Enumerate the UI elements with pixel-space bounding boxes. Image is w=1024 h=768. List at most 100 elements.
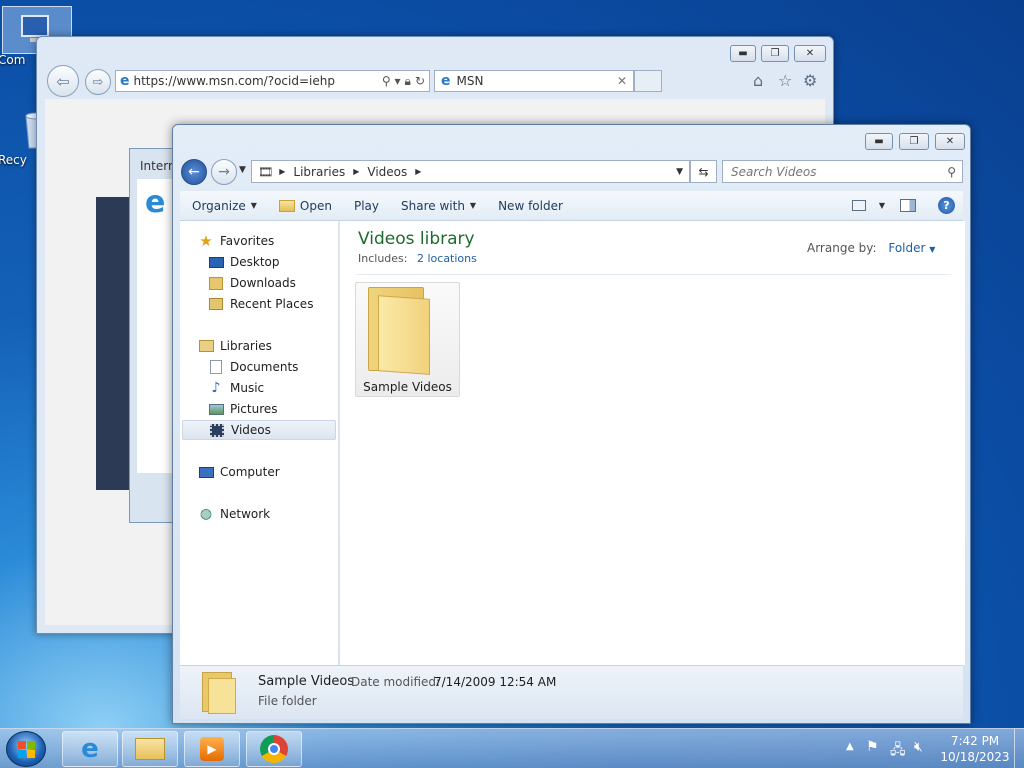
ie-dialog-title: Intern xyxy=(140,159,176,173)
action-center-flag-icon[interactable]: ⚑ xyxy=(866,739,879,755)
windows-explorer-window[interactable]: ▬ ❐ ✕ ← → ▼ 🎞︎ ▶ Libraries ▶ Videos ▶ ▼ … xyxy=(172,124,971,724)
play-button[interactable]: Play xyxy=(343,191,390,220)
chrome-icon xyxy=(260,735,288,763)
show-desktop-button[interactable] xyxy=(1014,729,1024,768)
taskbar: e ▶ ▲ ⚑ 🖧︎ 🔇︎ 7:42 PM 10/18/2023 xyxy=(0,728,1024,768)
explorer-search-box[interactable]: ⚲ xyxy=(722,160,963,183)
organize-button[interactable]: Organize ▼ xyxy=(180,191,268,220)
libraries-icon xyxy=(198,339,214,353)
details-date-label: Date modified: xyxy=(351,675,441,689)
content-pane: Videos library Includes: 2 locations Arr… xyxy=(340,221,965,665)
view-icon xyxy=(851,200,866,211)
arrange-by-label: Arrange by: xyxy=(807,241,877,255)
chevron-down-icon: ▼ xyxy=(250,201,257,210)
details-date-value: 7/14/2009 12:54 AM xyxy=(434,675,557,689)
explorer-close-button[interactable]: ✕ xyxy=(935,133,965,150)
nav-network[interactable]: ◍ Network xyxy=(198,504,354,524)
music-note-icon: ♪ xyxy=(211,380,221,396)
chevron-down-icon: ▼ xyxy=(929,245,936,254)
volume-muted-icon[interactable]: 🔇︎ xyxy=(914,739,923,755)
nav-favorites[interactable]: ★ Favorites xyxy=(198,231,354,251)
explorer-refresh-button[interactable]: ⇆ xyxy=(690,160,717,183)
windows-logo-icon xyxy=(17,740,35,758)
ie-new-tab[interactable] xyxy=(634,70,662,92)
taskbar-internet-explorer[interactable]: e xyxy=(62,731,118,767)
videos-film-icon xyxy=(209,423,225,437)
search-input[interactable] xyxy=(723,164,923,179)
explorer-address-bar[interactable]: 🎞︎ ▶ Libraries ▶ Videos ▶ ▼ xyxy=(251,160,690,183)
new-folder-label: New folder xyxy=(498,198,563,213)
header-divider xyxy=(356,274,951,275)
nav-videos-label: Videos xyxy=(231,423,271,437)
address-dropdown-icon[interactable]: ▼ xyxy=(676,167,683,177)
nav-computer[interactable]: Computer xyxy=(198,462,354,482)
home-icon[interactable]: ⌂ xyxy=(753,71,763,90)
ie-lock-icon: 🔒︎ xyxy=(404,73,411,88)
ie-address-bar[interactable]: e https://www.msn.com/?ocid=iehp ⚲ ▾ 🔒︎ … xyxy=(115,70,430,92)
tools-gear-icon[interactable]: ⚙ xyxy=(803,71,817,90)
taskbar-chrome[interactable] xyxy=(246,731,302,767)
ie-tab-close-icon[interactable]: ✕ xyxy=(617,74,627,88)
nav-libraries[interactable]: Libraries xyxy=(198,336,354,356)
search-icon[interactable]: ⚲ xyxy=(947,165,956,179)
ie-tab-msn[interactable]: e MSN ✕ xyxy=(434,70,634,92)
locations-link[interactable]: 2 locations xyxy=(417,252,477,265)
ie-refresh-icon[interactable]: ↻ xyxy=(415,74,425,88)
breadcrumb-videos[interactable]: Videos xyxy=(367,165,407,179)
network-status-icon[interactable]: 🖧︎ xyxy=(890,739,906,763)
favorites-star-icon[interactable]: ☆ xyxy=(778,71,792,90)
arrange-by: Arrange by: Folder ▼ xyxy=(807,241,935,255)
breadcrumb-libraries[interactable]: Libraries xyxy=(293,165,345,179)
new-folder-button[interactable]: New folder xyxy=(487,191,574,220)
media-player-icon: ▶ xyxy=(200,737,224,761)
ie-back-button[interactable]: ⇦ xyxy=(47,65,79,97)
explorer-back-button[interactable]: ← xyxy=(181,159,207,185)
explorer-minimize-button[interactable]: ▬ xyxy=(865,133,893,150)
ie-minimize-button[interactable]: ▬ xyxy=(730,45,756,62)
ie-close-button[interactable]: ✕ xyxy=(794,45,826,62)
help-icon: ? xyxy=(938,197,955,214)
includes-label: Includes: xyxy=(358,252,408,265)
open-folder-icon xyxy=(278,199,295,212)
show-hidden-icons-chevron-icon[interactable]: ▲ xyxy=(846,741,854,752)
ie-search-icon[interactable]: ⚲ ▾ xyxy=(382,74,401,88)
ie-tab-title: MSN xyxy=(456,74,484,88)
folder-item-label: Sample Videos xyxy=(363,380,452,394)
nav-recent-places-label: Recent Places xyxy=(230,297,314,311)
details-name: Sample Videos xyxy=(258,674,355,689)
favorites-star-icon: ★ xyxy=(199,232,213,250)
ie-url-text: https://www.msn.com/?ocid=iehp xyxy=(133,74,335,88)
start-button[interactable] xyxy=(6,731,46,767)
change-view-button[interactable]: ▼ xyxy=(841,191,889,220)
taskbar-media-player[interactable]: ▶ xyxy=(184,731,240,767)
ie-forward-button[interactable]: ⇨ xyxy=(85,69,111,95)
ie-restore-button[interactable]: ❐ xyxy=(761,45,789,62)
library-includes: Includes: 2 locations xyxy=(358,252,477,265)
nav-favorites-label: Favorites xyxy=(220,234,275,248)
clock-time: 7:42 PM xyxy=(950,734,1000,748)
nav-videos[interactable]: Videos xyxy=(182,420,336,440)
share-with-button[interactable]: Share with ▼ xyxy=(390,191,487,220)
ie-logo-icon: e xyxy=(145,185,166,220)
command-bar: Organize ▼ Open Play Share with ▼ New fold… xyxy=(180,191,963,221)
network-globe-icon: ◍ xyxy=(199,506,213,522)
taskbar-windows-explorer[interactable] xyxy=(122,731,178,767)
explorer-restore-button[interactable]: ❐ xyxy=(899,133,929,150)
downloads-folder-icon xyxy=(208,276,224,290)
organize-label: Organize xyxy=(192,198,246,213)
arrange-by-dropdown[interactable]: Folder ▼ xyxy=(888,241,935,255)
video-library-icon: 🎞︎ xyxy=(258,164,274,179)
clock[interactable]: 7:42 PM 10/18/2023 xyxy=(938,733,1012,765)
nav-network-label: Network xyxy=(220,507,271,521)
recent-pages-chevron-icon[interactable]: ▼ xyxy=(239,165,246,175)
clock-date: 10/18/2023 xyxy=(940,750,1010,764)
open-button[interactable]: Open xyxy=(268,191,343,220)
folder-item-sample-videos[interactable]: Sample Videos xyxy=(355,282,460,397)
explorer-forward-button[interactable]: → xyxy=(211,159,237,185)
nav-libraries-label: Libraries xyxy=(220,339,272,353)
help-button[interactable]: ? xyxy=(927,191,963,220)
ie-tab-icon: e xyxy=(441,73,451,89)
nav-music-label: Music xyxy=(230,381,265,395)
internet-explorer-icon: e xyxy=(81,734,99,764)
preview-pane-button[interactable] xyxy=(889,191,927,220)
